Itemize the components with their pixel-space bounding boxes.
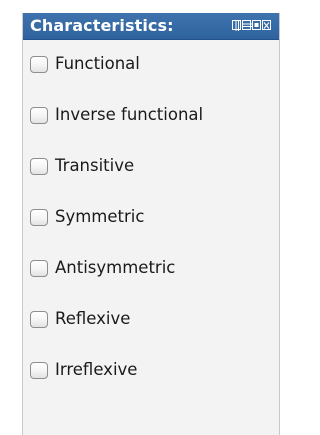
characteristic-item-irreflexive[interactable]: Irreflexive (30, 356, 137, 384)
characteristic-item-functional[interactable]: Functional (30, 50, 140, 78)
panel-title: Characteristics: (30, 16, 174, 35)
functional-checkbox[interactable] (30, 55, 48, 73)
symmetric-checkbox[interactable] (30, 208, 48, 226)
characteristic-label: Transitive (55, 156, 135, 175)
minimize-icon[interactable] (242, 20, 252, 30)
characteristic-item-inverse-functional[interactable]: Inverse functional (30, 101, 203, 129)
close-icon[interactable] (262, 20, 271, 30)
panel-header: Characteristics: (23, 13, 279, 40)
inverse-functional-checkbox[interactable] (30, 106, 48, 124)
characteristic-label: Reflexive (55, 309, 131, 328)
panel-window-controls (232, 20, 271, 32)
characteristic-label: Antisymmetric (55, 258, 176, 277)
antisymmetric-checkbox[interactable] (30, 259, 48, 277)
characteristic-item-reflexive[interactable]: Reflexive (30, 305, 130, 333)
maximize-icon[interactable] (252, 20, 261, 30)
irreflexive-checkbox[interactable] (30, 361, 48, 379)
transitive-checkbox[interactable] (30, 157, 48, 175)
characteristic-item-transitive[interactable]: Transitive (30, 152, 134, 180)
characteristic-label: Inverse functional (55, 105, 204, 124)
characteristic-item-antisymmetric[interactable]: Antisymmetric (30, 254, 175, 282)
view-toggle-icon[interactable] (232, 20, 241, 31)
characteristic-label: Symmetric (55, 207, 145, 226)
characteristic-label: Irreflexive (55, 360, 138, 379)
characteristic-item-symmetric[interactable]: Symmetric (30, 203, 144, 231)
reflexive-checkbox[interactable] (30, 310, 48, 328)
characteristic-label: Functional (55, 54, 140, 73)
characteristics-panel: Characteristics: Functional Inverse func… (22, 13, 280, 435)
